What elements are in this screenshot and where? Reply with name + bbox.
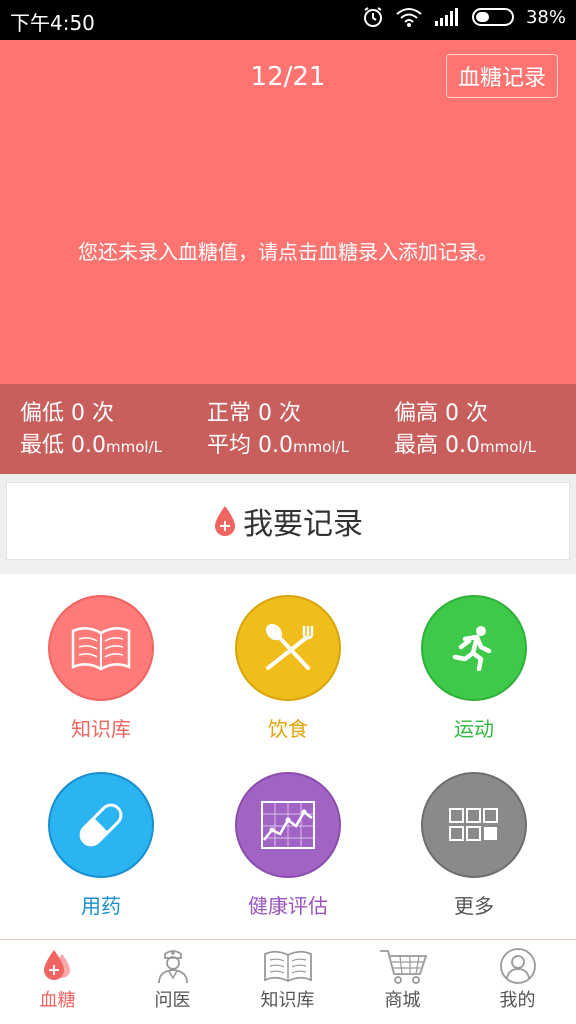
add-record-label: 我要记录 [243, 507, 363, 542]
empty-message: 您还未录入血糖值，请点击血糖录入添加记录。 [78, 240, 498, 264]
tab-mall[interactable]: 商城 [345, 940, 460, 1024]
blood-drop-icon [215, 506, 235, 536]
grid-item-more[interactable]: 更多 [378, 772, 570, 919]
unit-label: mmol/L [479, 438, 536, 456]
grid-item-medication[interactable]: 用药 [5, 772, 197, 919]
tab-knowledge[interactable]: 知识库 [230, 940, 345, 1024]
tab-label: 我的 [499, 990, 536, 1011]
unit-label: mmol/L [105, 438, 162, 456]
signal-icon [434, 8, 458, 26]
glucose-record-button[interactable]: 血糖记录 [446, 54, 558, 98]
high-count: 偏高 0 次 [394, 401, 488, 426]
add-record-button[interactable]: 我要记录 [6, 482, 570, 560]
tab-mine[interactable]: 我的 [460, 940, 575, 1024]
grid-label: 知识库 [71, 717, 131, 741]
doctor-icon [157, 950, 188, 984]
grid-item-exercise[interactable]: 运动 [378, 595, 570, 742]
book-icon [48, 595, 154, 701]
grid-label: 更多 [454, 894, 494, 918]
grid-item-diet[interactable]: 饮食 [192, 595, 384, 742]
avg-value: 平均 0.0 [207, 433, 293, 458]
grid-item-knowledge[interactable]: 知识库 [5, 595, 197, 742]
tab-label: 问医 [154, 990, 191, 1011]
running-man-icon [421, 595, 527, 701]
book-icon [263, 950, 312, 983]
grid-label: 运动 [454, 717, 494, 741]
tab-glucose[interactable]: 血糖 [0, 940, 115, 1024]
grid-label: 饮食 [268, 717, 308, 741]
battery-icon [471, 8, 514, 26]
status-bar: 下午4:50 38% [0, 0, 576, 40]
user-icon [499, 948, 536, 984]
normal-count: 正常 0 次 [207, 401, 301, 426]
grid-label: 健康评估 [248, 894, 328, 918]
tab-label: 血糖 [39, 990, 76, 1011]
tab-ask-doctor[interactable]: 问医 [115, 940, 230, 1024]
bottom-tab-bar: 血糖 问医 知识库 商城 我的 [0, 939, 576, 1024]
fork-spoon-icon [235, 595, 341, 701]
wifi-icon [396, 8, 422, 27]
pill-icon [48, 772, 154, 878]
cart-icon [379, 950, 427, 984]
grid-label: 用药 [81, 894, 121, 918]
glucose-header: 12/21 血糖记录 您还未录入血糖值，请点击血糖录入添加记录。 [0, 40, 576, 384]
tab-label: 商城 [384, 990, 421, 1011]
blood-drop-icon [43, 950, 70, 980]
chart-icon [235, 772, 341, 878]
alarm-icon [363, 7, 382, 27]
stats-panel: 偏低 0 次 最低 0.0mmol/L 正常 0 次 平均 0.0mmol/L … [0, 384, 576, 474]
grid-icon [421, 772, 527, 878]
grid-item-health-assessment[interactable]: 健康评估 [192, 772, 384, 919]
battery-percent: 38% [525, 6, 566, 28]
max-value: 最高 0.0 [394, 433, 480, 458]
status-time: 下午4:50 [10, 11, 95, 35]
unit-label: mmol/L [292, 438, 349, 456]
low-count: 偏低 0 次 [20, 401, 114, 426]
tab-label: 知识库 [260, 990, 315, 1011]
min-value: 最低 0.0 [20, 433, 106, 458]
